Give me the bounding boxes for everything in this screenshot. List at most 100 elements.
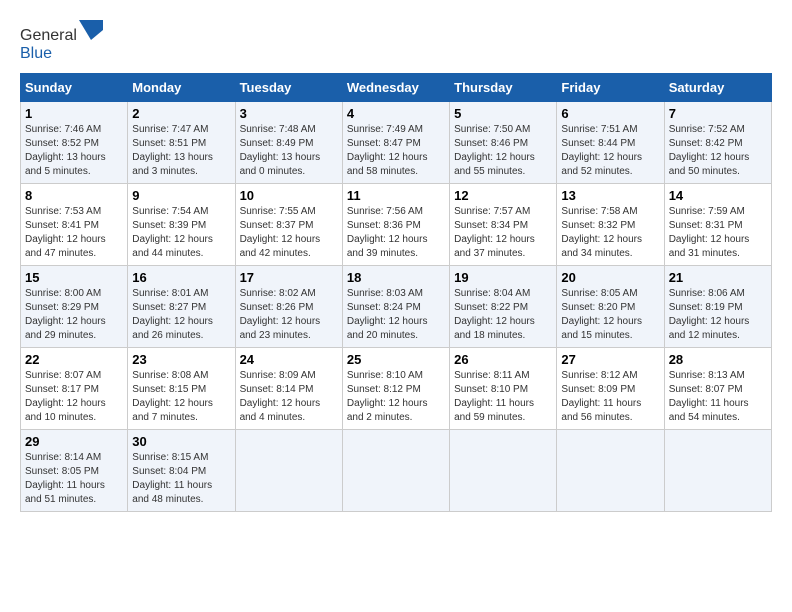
day-number: 11 bbox=[347, 188, 445, 203]
calendar-week-row: 15 Sunrise: 8:00 AMSunset: 8:29 PMDaylig… bbox=[21, 266, 772, 348]
day-detail: Sunrise: 8:04 AMSunset: 8:22 PMDaylight:… bbox=[454, 288, 535, 341]
calendar-cell: 2 Sunrise: 7:47 AMSunset: 8:51 PMDayligh… bbox=[128, 102, 235, 184]
day-detail: Sunrise: 8:08 AMSunset: 8:15 PMDaylight:… bbox=[132, 370, 213, 423]
day-detail: Sunrise: 7:48 AMSunset: 8:49 PMDaylight:… bbox=[240, 124, 321, 177]
calendar-cell: 23 Sunrise: 8:08 AMSunset: 8:15 PMDaylig… bbox=[128, 348, 235, 430]
calendar-cell: 20 Sunrise: 8:05 AMSunset: 8:20 PMDaylig… bbox=[557, 266, 664, 348]
day-number: 30 bbox=[132, 434, 230, 449]
day-detail: Sunrise: 7:55 AMSunset: 8:37 PMDaylight:… bbox=[240, 206, 321, 259]
day-number: 6 bbox=[561, 106, 659, 121]
calendar-week-row: 22 Sunrise: 8:07 AMSunset: 8:17 PMDaylig… bbox=[21, 348, 772, 430]
calendar-cell: 15 Sunrise: 8:00 AMSunset: 8:29 PMDaylig… bbox=[21, 266, 128, 348]
day-number: 2 bbox=[132, 106, 230, 121]
calendar-cell: 4 Sunrise: 7:49 AMSunset: 8:47 PMDayligh… bbox=[342, 102, 449, 184]
day-number: 21 bbox=[669, 270, 767, 285]
calendar-cell bbox=[450, 430, 557, 512]
day-detail: Sunrise: 8:00 AMSunset: 8:29 PMDaylight:… bbox=[25, 288, 106, 341]
calendar-cell: 9 Sunrise: 7:54 AMSunset: 8:39 PMDayligh… bbox=[128, 184, 235, 266]
day-number: 17 bbox=[240, 270, 338, 285]
calendar-cell: 29 Sunrise: 8:14 AMSunset: 8:05 PMDaylig… bbox=[21, 430, 128, 512]
day-number: 24 bbox=[240, 352, 338, 367]
calendar-cell: 19 Sunrise: 8:04 AMSunset: 8:22 PMDaylig… bbox=[450, 266, 557, 348]
calendar-cell: 7 Sunrise: 7:52 AMSunset: 8:42 PMDayligh… bbox=[664, 102, 771, 184]
day-number: 3 bbox=[240, 106, 338, 121]
day-detail: Sunrise: 7:46 AMSunset: 8:52 PMDaylight:… bbox=[25, 124, 106, 177]
day-detail: Sunrise: 7:50 AMSunset: 8:46 PMDaylight:… bbox=[454, 124, 535, 177]
day-number: 19 bbox=[454, 270, 552, 285]
calendar-cell: 14 Sunrise: 7:59 AMSunset: 8:31 PMDaylig… bbox=[664, 184, 771, 266]
day-number: 25 bbox=[347, 352, 445, 367]
calendar-cell: 6 Sunrise: 7:51 AMSunset: 8:44 PMDayligh… bbox=[557, 102, 664, 184]
day-number: 7 bbox=[669, 106, 767, 121]
calendar-cell: 13 Sunrise: 7:58 AMSunset: 8:32 PMDaylig… bbox=[557, 184, 664, 266]
day-header-thursday: Thursday bbox=[450, 74, 557, 102]
day-detail: Sunrise: 7:52 AMSunset: 8:42 PMDaylight:… bbox=[669, 124, 750, 177]
logo: General Blue bbox=[20, 20, 103, 63]
calendar-cell: 16 Sunrise: 8:01 AMSunset: 8:27 PMDaylig… bbox=[128, 266, 235, 348]
calendar-cell bbox=[664, 430, 771, 512]
calendar-cell: 22 Sunrise: 8:07 AMSunset: 8:17 PMDaylig… bbox=[21, 348, 128, 430]
day-number: 1 bbox=[25, 106, 123, 121]
day-number: 4 bbox=[347, 106, 445, 121]
day-detail: Sunrise: 8:03 AMSunset: 8:24 PMDaylight:… bbox=[347, 288, 428, 341]
day-detail: Sunrise: 7:47 AMSunset: 8:51 PMDaylight:… bbox=[132, 124, 213, 177]
day-header-wednesday: Wednesday bbox=[342, 74, 449, 102]
calendar-cell: 8 Sunrise: 7:53 AMSunset: 8:41 PMDayligh… bbox=[21, 184, 128, 266]
day-number: 15 bbox=[25, 270, 123, 285]
day-header-sunday: Sunday bbox=[21, 74, 128, 102]
day-detail: Sunrise: 8:11 AMSunset: 8:10 PMDaylight:… bbox=[454, 370, 534, 423]
day-detail: Sunrise: 8:15 AMSunset: 8:04 PMDaylight:… bbox=[132, 452, 212, 505]
calendar-cell: 3 Sunrise: 7:48 AMSunset: 8:49 PMDayligh… bbox=[235, 102, 342, 184]
day-header-monday: Monday bbox=[128, 74, 235, 102]
day-number: 16 bbox=[132, 270, 230, 285]
day-detail: Sunrise: 7:57 AMSunset: 8:34 PMDaylight:… bbox=[454, 206, 535, 259]
day-header-saturday: Saturday bbox=[664, 74, 771, 102]
day-header-tuesday: Tuesday bbox=[235, 74, 342, 102]
calendar-cell: 18 Sunrise: 8:03 AMSunset: 8:24 PMDaylig… bbox=[342, 266, 449, 348]
calendar-cell: 24 Sunrise: 8:09 AMSunset: 8:14 PMDaylig… bbox=[235, 348, 342, 430]
calendar-cell: 27 Sunrise: 8:12 AMSunset: 8:09 PMDaylig… bbox=[557, 348, 664, 430]
calendar-cell: 25 Sunrise: 8:10 AMSunset: 8:12 PMDaylig… bbox=[342, 348, 449, 430]
day-detail: Sunrise: 8:07 AMSunset: 8:17 PMDaylight:… bbox=[25, 370, 106, 423]
calendar-table: SundayMondayTuesdayWednesdayThursdayFrid… bbox=[20, 73, 772, 512]
calendar-cell: 5 Sunrise: 7:50 AMSunset: 8:46 PMDayligh… bbox=[450, 102, 557, 184]
day-detail: Sunrise: 7:51 AMSunset: 8:44 PMDaylight:… bbox=[561, 124, 642, 177]
calendar-cell: 21 Sunrise: 8:06 AMSunset: 8:19 PMDaylig… bbox=[664, 266, 771, 348]
day-number: 10 bbox=[240, 188, 338, 203]
day-number: 8 bbox=[25, 188, 123, 203]
day-number: 9 bbox=[132, 188, 230, 203]
day-detail: Sunrise: 7:56 AMSunset: 8:36 PMDaylight:… bbox=[347, 206, 428, 259]
day-number: 12 bbox=[454, 188, 552, 203]
day-detail: Sunrise: 7:49 AMSunset: 8:47 PMDaylight:… bbox=[347, 124, 428, 177]
day-number: 23 bbox=[132, 352, 230, 367]
day-number: 22 bbox=[25, 352, 123, 367]
day-number: 27 bbox=[561, 352, 659, 367]
logo-icon bbox=[79, 20, 103, 40]
calendar-week-row: 8 Sunrise: 7:53 AMSunset: 8:41 PMDayligh… bbox=[21, 184, 772, 266]
calendar-cell: 17 Sunrise: 8:02 AMSunset: 8:26 PMDaylig… bbox=[235, 266, 342, 348]
day-number: 18 bbox=[347, 270, 445, 285]
calendar-cell: 12 Sunrise: 7:57 AMSunset: 8:34 PMDaylig… bbox=[450, 184, 557, 266]
day-detail: Sunrise: 8:09 AMSunset: 8:14 PMDaylight:… bbox=[240, 370, 321, 423]
calendar-cell: 1 Sunrise: 7:46 AMSunset: 8:52 PMDayligh… bbox=[21, 102, 128, 184]
header-row: SundayMondayTuesdayWednesdayThursdayFrid… bbox=[21, 74, 772, 102]
calendar-cell bbox=[342, 430, 449, 512]
day-detail: Sunrise: 8:06 AMSunset: 8:19 PMDaylight:… bbox=[669, 288, 750, 341]
day-number: 14 bbox=[669, 188, 767, 203]
calendar-cell: 11 Sunrise: 7:56 AMSunset: 8:36 PMDaylig… bbox=[342, 184, 449, 266]
day-number: 29 bbox=[25, 434, 123, 449]
header: General Blue bbox=[20, 20, 772, 63]
calendar-cell bbox=[557, 430, 664, 512]
day-detail: Sunrise: 7:59 AMSunset: 8:31 PMDaylight:… bbox=[669, 206, 750, 259]
day-detail: Sunrise: 7:58 AMSunset: 8:32 PMDaylight:… bbox=[561, 206, 642, 259]
logo-general-text: General bbox=[20, 27, 77, 44]
day-number: 13 bbox=[561, 188, 659, 203]
calendar-cell bbox=[235, 430, 342, 512]
day-detail: Sunrise: 7:53 AMSunset: 8:41 PMDaylight:… bbox=[25, 206, 106, 259]
day-detail: Sunrise: 8:02 AMSunset: 8:26 PMDaylight:… bbox=[240, 288, 321, 341]
day-detail: Sunrise: 8:01 AMSunset: 8:27 PMDaylight:… bbox=[132, 288, 213, 341]
day-detail: Sunrise: 8:13 AMSunset: 8:07 PMDaylight:… bbox=[669, 370, 749, 423]
calendar-week-row: 29 Sunrise: 8:14 AMSunset: 8:05 PMDaylig… bbox=[21, 430, 772, 512]
calendar-cell: 10 Sunrise: 7:55 AMSunset: 8:37 PMDaylig… bbox=[235, 184, 342, 266]
calendar-week-row: 1 Sunrise: 7:46 AMSunset: 8:52 PMDayligh… bbox=[21, 102, 772, 184]
